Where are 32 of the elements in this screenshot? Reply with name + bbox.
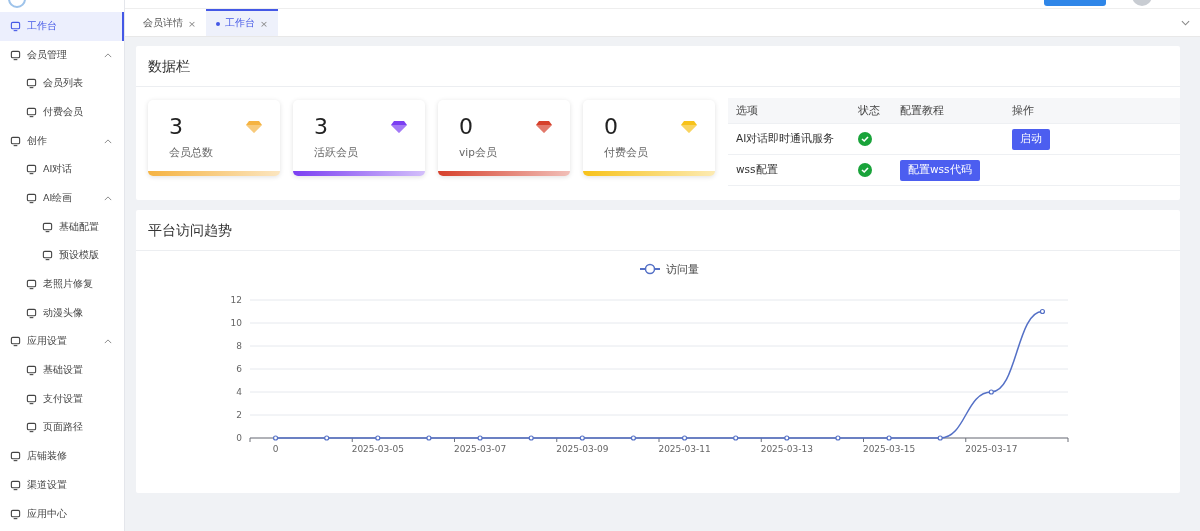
axis-label: 8 — [236, 341, 242, 351]
table-cell-text: AI对话即时通讯服务 — [735, 132, 836, 146]
stat-label: 付费会员 — [604, 146, 649, 160]
panel-title: 平台访问趋势 — [136, 210, 1180, 251]
stat-label: 会员总数 — [169, 146, 214, 160]
stat-value: 3 — [169, 114, 183, 140]
column-header: 操作 — [1011, 103, 1035, 118]
axis-label: 2025-03-15 — [862, 444, 916, 454]
axis-label: 12 — [230, 295, 242, 305]
axis-label: 2025-03-05 — [351, 444, 404, 454]
stat-value: 3 — [314, 114, 328, 140]
column-header: 配置教程 — [899, 103, 945, 118]
table-cell-text: wss配置 — [735, 163, 779, 177]
legend-label: 访问量 — [666, 263, 699, 276]
column-header: 选项 — [735, 103, 759, 118]
axis-label: 2025-03-17 — [965, 444, 1018, 454]
stat-value: 0 — [459, 114, 473, 140]
axis-label: 4 — [236, 387, 242, 397]
stat-value: 0 — [604, 114, 618, 140]
column-header: 状态 — [857, 103, 881, 118]
axis-label: 6 — [236, 364, 242, 374]
panel-title: 数据栏 — [136, 46, 1180, 87]
axis-label: 2025-03-11 — [658, 444, 711, 454]
axis-label: 2025-03-13 — [760, 444, 813, 454]
stat-label: vip会员 — [459, 146, 498, 160]
axis-label: 0 — [272, 444, 279, 454]
axis-label: 0 — [236, 433, 242, 443]
axis-label: 2025-03-07 — [453, 444, 507, 454]
axis-label: 2025-03-09 — [556, 444, 609, 454]
axis-label: 2 — [236, 410, 242, 420]
stat-label: 活跃会员 — [314, 146, 359, 160]
axis-label: 10 — [230, 318, 242, 328]
